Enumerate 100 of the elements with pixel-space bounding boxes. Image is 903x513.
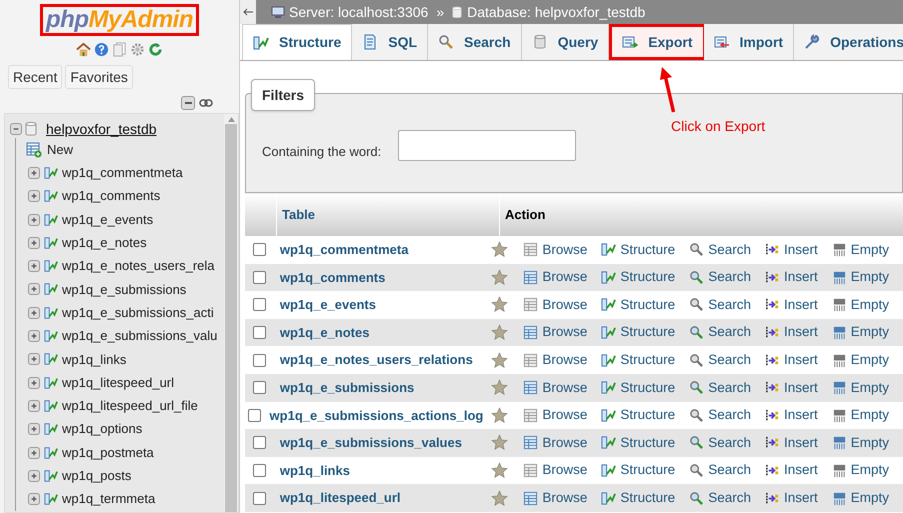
action-link[interactable]: Insert	[764, 432, 818, 454]
row-checkbox[interactable]	[253, 298, 266, 312]
action-link[interactable]: Empty	[832, 460, 889, 481]
table-name-link[interactable]: wp1q_e_submissions_actions_log	[270, 406, 484, 426]
action-link[interactable]: Insert	[764, 460, 818, 481]
row-checkbox[interactable]	[253, 492, 266, 505]
table-link[interactable]: wp1q_termmeta	[62, 489, 156, 509]
collapse-all-icon[interactable]	[181, 96, 195, 110]
nav-button[interactable]: Favorites	[65, 65, 133, 89]
table-link[interactable]: wp1q_e_submissions	[62, 280, 186, 300]
action-link[interactable]: Empty	[832, 322, 889, 343]
action-link[interactable]: Structure	[601, 460, 676, 481]
action-link[interactable]: Empty	[832, 240, 889, 260]
action-link[interactable]: Empty	[832, 350, 889, 370]
nav-button[interactable]: Recent	[8, 65, 62, 89]
action-link[interactable]: Structure	[601, 267, 676, 288]
server-link[interactable]: Server: localhost:3306	[289, 2, 428, 22]
filter-input[interactable]	[398, 130, 576, 161]
star-icon[interactable]	[491, 379, 508, 396]
action-link[interactable]: Structure	[601, 432, 676, 454]
action-link[interactable]: Insert	[764, 240, 818, 260]
action-link[interactable]: Insert	[764, 378, 818, 398]
collapse-icon[interactable]	[10, 123, 22, 135]
action-link[interactable]: Empty	[832, 432, 889, 454]
row-checkbox[interactable]	[253, 436, 266, 450]
expand-icon[interactable]	[28, 214, 40, 226]
table-link[interactable]: wp1q_e_notes_users_rela	[62, 256, 214, 276]
action-link[interactable]: Insert	[764, 294, 818, 316]
action-link[interactable]: Structure	[601, 322, 676, 343]
scroll-up-icon[interactable]	[228, 117, 234, 122]
tab[interactable]: Query	[522, 24, 610, 60]
expand-icon[interactable]	[28, 306, 40, 319]
expand-icon[interactable]	[28, 470, 40, 482]
table-name-link[interactable]: wp1q_e_events	[280, 295, 376, 315]
settings-icon[interactable]	[130, 42, 145, 57]
action-link[interactable]: Browse	[523, 240, 588, 260]
action-link[interactable]: Empty	[832, 267, 889, 288]
action-link[interactable]: Search	[689, 405, 751, 426]
action-link[interactable]: Browse	[523, 488, 588, 508]
table-link[interactable]: wp1q_postmeta	[62, 442, 154, 462]
table-name-link[interactable]: wp1q_litespeed_url	[280, 488, 401, 508]
table-link[interactable]: wp1q_posts	[62, 466, 132, 486]
expand-icon[interactable]	[28, 260, 40, 272]
database-link[interactable]: helpvoxfor_testdb	[46, 118, 157, 140]
action-link[interactable]: Insert	[764, 350, 818, 370]
tab[interactable]: Search	[428, 24, 522, 60]
action-link[interactable]: Search	[689, 350, 751, 370]
action-link[interactable]: Insert	[764, 488, 818, 508]
star-icon[interactable]	[491, 296, 508, 314]
table-link[interactable]: wp1q_e_submissions_acti	[62, 302, 214, 322]
action-link[interactable]: Structure	[601, 378, 676, 398]
expand-icon[interactable]	[28, 446, 40, 458]
action-link[interactable]: Search	[689, 294, 751, 316]
expand-icon[interactable]	[28, 400, 40, 412]
action-link[interactable]: Browse	[523, 322, 588, 343]
table-name-link[interactable]: wp1q_commentmeta	[280, 240, 408, 260]
action-link[interactable]: Browse	[523, 460, 588, 481]
expand-icon[interactable]	[28, 353, 40, 366]
expand-icon[interactable]	[28, 493, 40, 506]
row-checkbox[interactable]	[248, 408, 262, 422]
action-link[interactable]: Structure	[601, 405, 676, 426]
action-link[interactable]: Search	[689, 240, 751, 260]
action-link[interactable]: Browse	[523, 432, 588, 454]
action-link[interactable]: Search	[689, 488, 751, 508]
action-link[interactable]: Structure	[601, 294, 676, 316]
action-link[interactable]: Empty	[832, 488, 889, 508]
table-name-link[interactable]: wp1q_e_notes	[280, 322, 370, 342]
action-link[interactable]: Browse	[523, 294, 588, 316]
expand-icon[interactable]	[28, 190, 40, 202]
action-link[interactable]: Insert	[764, 267, 818, 288]
action-link[interactable]: Insert	[764, 322, 818, 343]
tab[interactable]: Structure	[242, 24, 352, 60]
row-checkbox[interactable]	[253, 354, 266, 367]
star-icon[interactable]	[491, 324, 508, 342]
table-link[interactable]: wp1q_e_events	[62, 210, 154, 230]
action-link[interactable]: Search	[689, 378, 751, 398]
documents-icon[interactable]	[112, 42, 127, 57]
action-link[interactable]: Search	[689, 267, 751, 288]
action-link[interactable]: Search	[689, 432, 751, 454]
action-link[interactable]: Browse	[523, 267, 588, 288]
row-checkbox[interactable]	[253, 464, 266, 478]
action-link[interactable]: Browse	[523, 350, 588, 370]
table-link[interactable]: wp1q_options	[62, 419, 142, 439]
scrollbar[interactable]	[224, 114, 238, 512]
action-link[interactable]: Empty	[832, 378, 889, 398]
tab[interactable]: Import	[704, 24, 794, 60]
row-checkbox[interactable]	[253, 270, 266, 284]
star-icon[interactable]	[491, 434, 508, 452]
expand-icon[interactable]	[28, 376, 40, 389]
expand-icon[interactable]	[28, 283, 40, 296]
tab[interactable]: SQL	[352, 24, 428, 60]
action-link[interactable]: Search	[689, 460, 751, 481]
home-icon[interactable]	[76, 42, 91, 57]
row-checkbox[interactable]	[253, 243, 266, 256]
table-name-link[interactable]: wp1q_links	[280, 460, 350, 480]
star-icon[interactable]	[491, 241, 508, 258]
help-icon[interactable]	[94, 42, 109, 57]
star-icon[interactable]	[491, 406, 508, 424]
star-icon[interactable]	[491, 490, 508, 507]
table-name-link[interactable]: wp1q_e_submissions_values	[280, 433, 462, 453]
